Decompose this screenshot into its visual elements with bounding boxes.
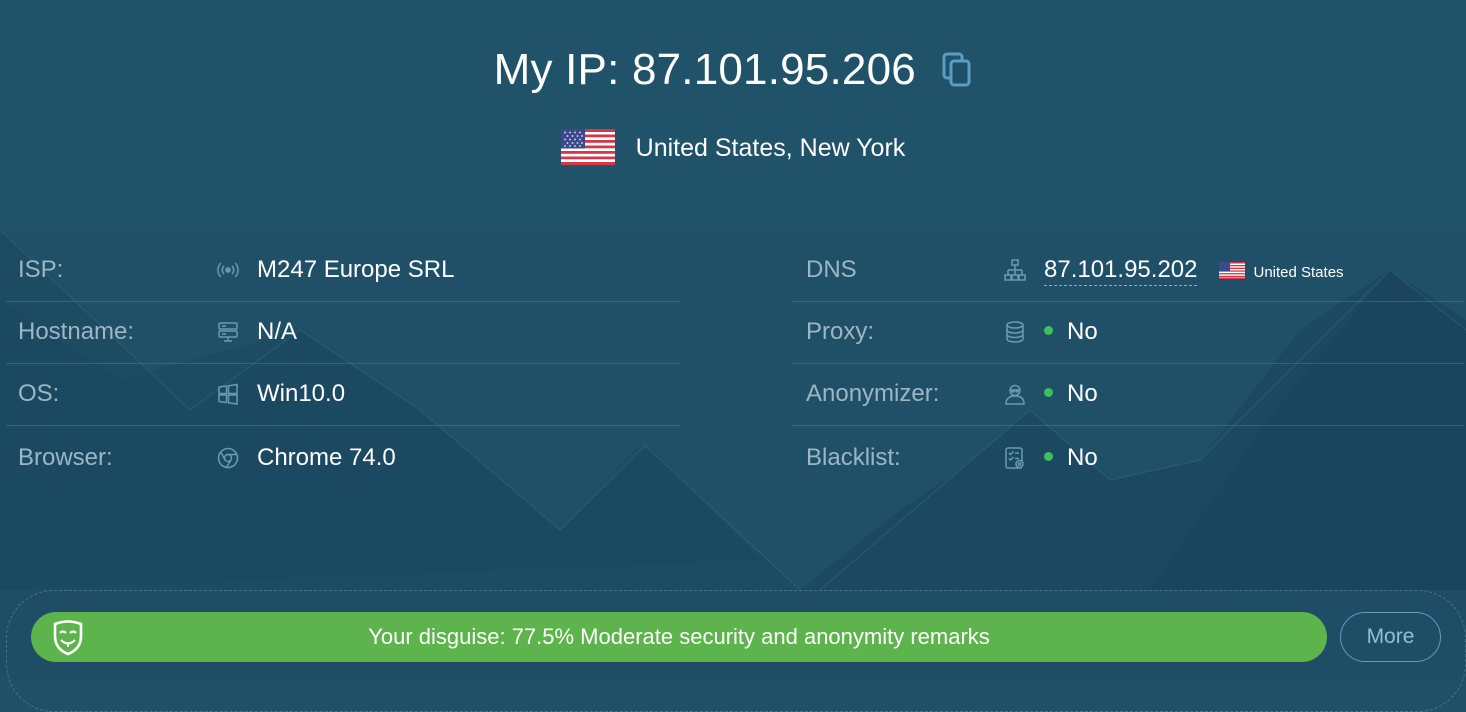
disguise-text: Your disguise: 77.5% Moderate security a… [368,624,990,649]
proxy-label: Proxy: [806,318,875,345]
windows-icon [216,382,240,406]
os-label: OS: [18,380,60,407]
browser-row: Browser: Chrome 74.0 [6,427,680,489]
browser-label: Browser: [18,444,113,471]
isp-row: ISP: M247 Europe SRL [6,239,680,302]
blacklist-value: No [1067,444,1098,471]
proxy-row: Proxy: No [792,301,1464,364]
anonymizer-value: No [1067,380,1098,407]
copy-icon[interactable] [942,46,972,87]
os-row: OS: Win10.0 [6,363,680,426]
dns-country: United States [1253,264,1344,281]
blacklist-label: Blacklist: [806,444,901,471]
proxy-value: No [1067,318,1098,345]
antenna-icon [216,258,240,282]
isp-value: M247 Europe SRL [257,256,455,283]
network-icon [1003,258,1027,282]
database-icon [1003,320,1027,344]
disguise-bar: Your disguise: 77.5% Moderate security a… [31,612,1327,662]
server-icon [216,320,240,344]
hostname-row: Hostname: N/A [6,301,680,364]
status-dot [1044,326,1053,335]
mask-icon [49,618,87,656]
incognito-icon [1003,382,1027,406]
chrome-icon [216,446,240,470]
dns-label: DNS [806,256,857,283]
blacklist-row: Blacklist: No [792,427,1464,489]
us-flag-icon [560,129,615,165]
checklist-icon [1003,446,1027,470]
ip-prefix: My IP: [493,45,620,94]
hostname-label: Hostname: [18,318,135,345]
browser-value: Chrome 74.0 [257,444,396,471]
anonymizer-value-group: No [1044,363,1098,425]
more-button[interactable]: More [1340,612,1441,662]
blacklist-value-group: No [1044,427,1098,489]
location-text: United States, New York [635,134,906,162]
ip-address[interactable]: 87.101.95.206 [632,45,916,94]
dns-row: DNS 87.101.95.202 United States [792,239,1464,302]
isp-label: ISP: [18,256,64,283]
dns-ip-link[interactable]: 87.101.95.202 [1044,256,1198,286]
location: United States, New York [0,128,1466,168]
anonymizer-row: Anonymizer: No [792,363,1464,426]
anonymizer-label: Anonymizer: [806,380,940,407]
dns-value-group: 87.101.95.202 United States [1044,239,1344,301]
os-value: Win10.0 [257,380,346,407]
proxy-value-group: No [1044,301,1098,363]
us-flag-small-icon [1219,241,1246,279]
ip-header: My IP: 87.101.95.206 [0,42,1466,98]
status-dot [1044,452,1053,461]
hostname-value: N/A [257,318,298,345]
status-dot [1044,388,1053,397]
